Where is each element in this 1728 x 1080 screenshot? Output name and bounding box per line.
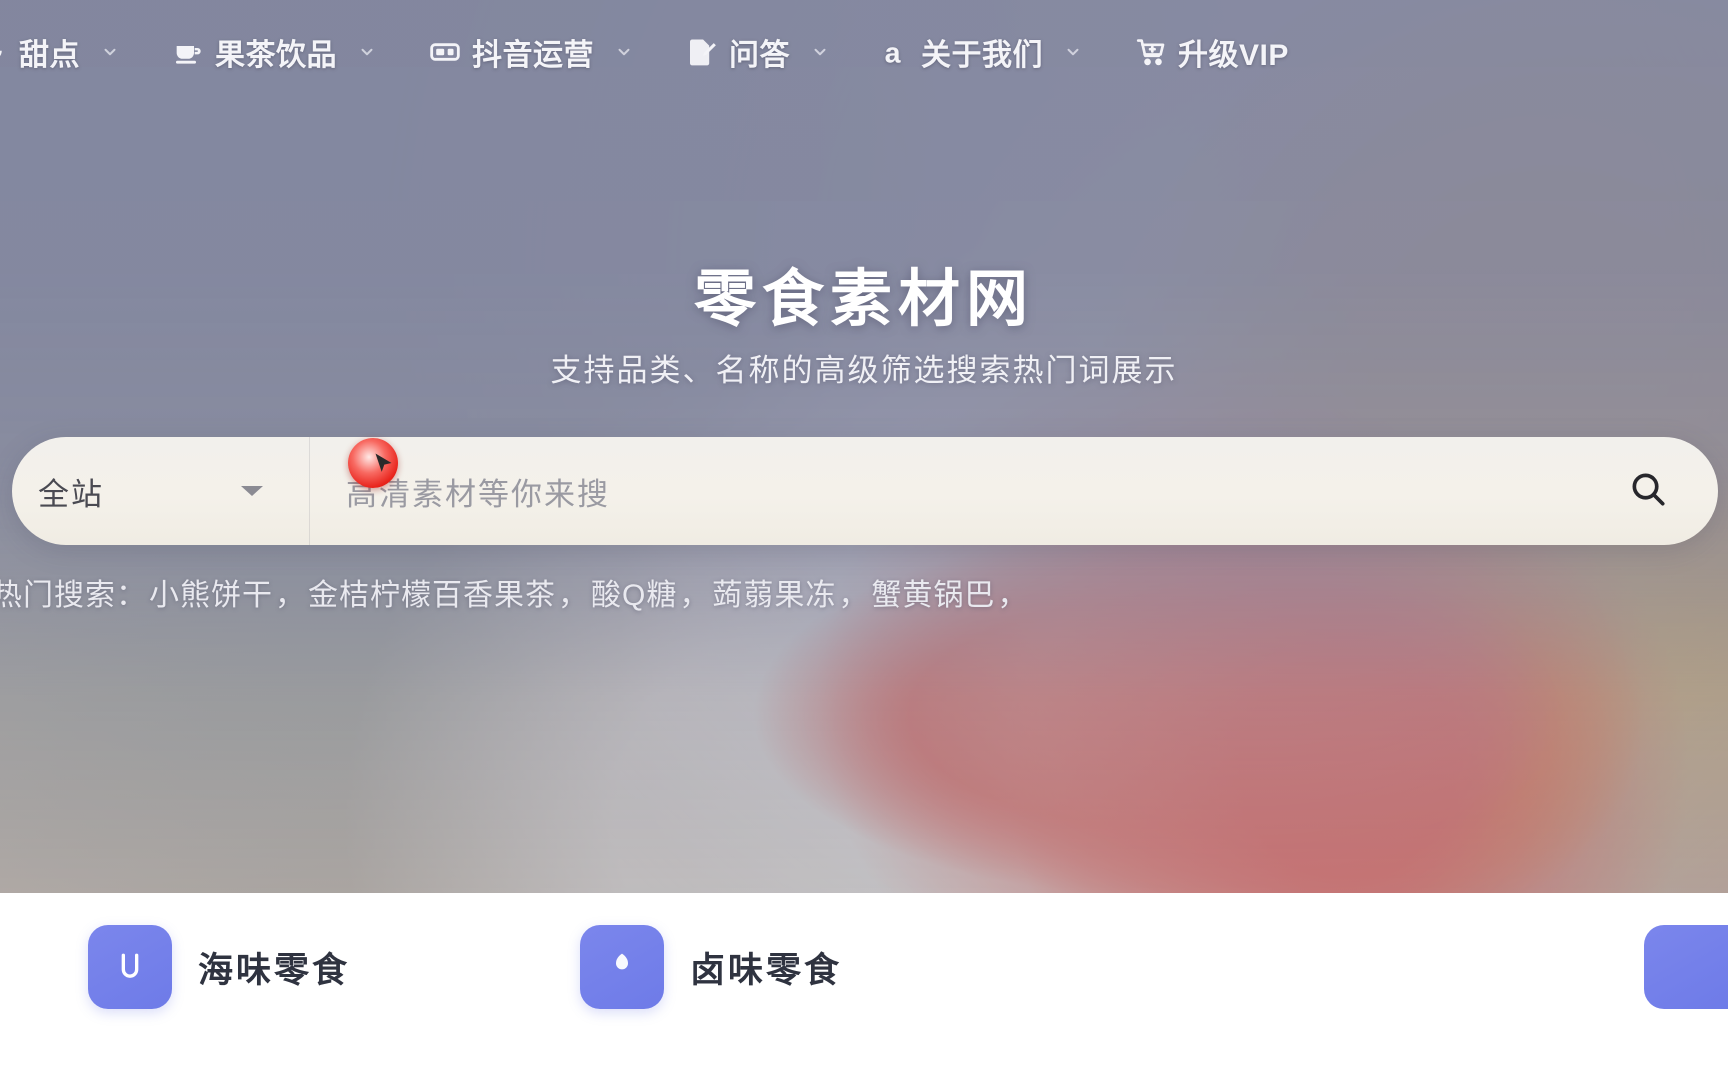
category-card-seafood-snack[interactable]: 海味零食 xyxy=(88,925,350,1009)
search-scope-label: 全站 xyxy=(38,476,104,512)
site-title: 零食素材网 xyxy=(693,265,1034,334)
hot-search-trailing-separator: ， xyxy=(997,579,1029,612)
cup-icon xyxy=(172,36,204,68)
chevron-down-icon xyxy=(357,42,377,62)
search-scope-dropdown[interactable]: 全站 xyxy=(12,437,309,545)
site-subtitle: 支持品类、名称的高级筛选搜索热门词展示 xyxy=(550,353,1178,388)
search-bar: 全站 高清素材等你来搜 xyxy=(12,437,1718,545)
search-input[interactable]: 高清素材等你来搜 xyxy=(310,437,1578,545)
letter-a-icon: a xyxy=(882,36,910,68)
hot-search-term[interactable]: 蟹黄锅巴 xyxy=(871,570,995,614)
nav-label-upgrade-vip: 升级VIP xyxy=(1178,39,1289,72)
category-card-braised-snack[interactable]: 卤味零食 xyxy=(580,925,842,1009)
hot-search-term[interactable]: 金桔柠檬百香果茶 xyxy=(308,570,556,614)
nav-label-qa: 问答 xyxy=(729,39,790,72)
hot-search-term[interactable]: 酸Q糖 xyxy=(591,570,677,614)
nav-item-qa[interactable]: 问答 xyxy=(686,30,830,74)
nav-item-douyin-operations[interactable]: 抖音运营 xyxy=(429,30,634,74)
chevron-down-icon xyxy=(100,42,120,62)
chevron-down-icon xyxy=(241,486,263,496)
nav-label-douyin-operations: 抖音运营 xyxy=(472,39,594,72)
nav-item-fruit-tea-drinks[interactable]: 果茶饮品 xyxy=(172,30,377,74)
hot-search-label: 热门搜索： xyxy=(0,579,147,612)
hot-search-separator: ， xyxy=(275,579,306,612)
nav-item-dessert[interactable]: 甜点 xyxy=(0,30,120,74)
category-section: 海味零食 卤味零食 xyxy=(0,893,1728,1080)
hot-search-separator: ， xyxy=(558,579,589,612)
search-placeholder: 高清素材等你来搜 xyxy=(346,476,610,512)
video-card-icon xyxy=(429,36,461,68)
main-navigation: 甜点 果茶饮品 抖音运营 问答 a 关于我们 升级VIP xyxy=(0,0,1728,104)
nav-label-about-us: 关于我们 xyxy=(921,39,1043,72)
hot-search-row: 热门搜索： 小熊饼干 ， 金桔柠檬百香果茶 ， 酸Q糖 ， 蒟蒻果冻 ， 蟹黄锅… xyxy=(0,570,1192,614)
document-pen-icon xyxy=(686,36,718,68)
magnifier-icon xyxy=(1627,468,1669,515)
nav-label-fruit-tea-drinks: 果茶饮品 xyxy=(215,39,337,72)
chevron-down-icon xyxy=(1063,42,1083,62)
chevron-down-icon xyxy=(614,42,634,62)
hot-search-term[interactable]: 小熊饼干 xyxy=(149,570,273,614)
nav-item-about-us[interactable]: a 关于我们 xyxy=(882,30,1083,74)
hot-search-separator: ， xyxy=(838,579,870,612)
hot-search-term[interactable]: 蒟蒻果冻 xyxy=(712,570,836,614)
category-card-tile-partial[interactable] xyxy=(1644,925,1728,1009)
braised-snack-icon xyxy=(580,925,665,1009)
category-card-title: 海味零食 xyxy=(198,950,351,990)
cart-plus-icon xyxy=(1135,36,1167,68)
hot-search-separator: ， xyxy=(679,579,711,612)
nav-label-dessert: 甜点 xyxy=(19,39,80,72)
chevron-down-icon xyxy=(810,42,830,62)
dessert-icon xyxy=(0,37,8,67)
seafood-snack-icon xyxy=(88,925,172,1009)
nav-item-upgrade-vip[interactable]: 升级VIP xyxy=(1135,30,1289,74)
svg-text:a: a xyxy=(885,37,902,68)
category-card-title: 卤味零食 xyxy=(690,950,843,990)
category-card-list: 海味零食 卤味零食 xyxy=(0,925,1728,1009)
search-submit-button[interactable] xyxy=(1578,437,1718,545)
